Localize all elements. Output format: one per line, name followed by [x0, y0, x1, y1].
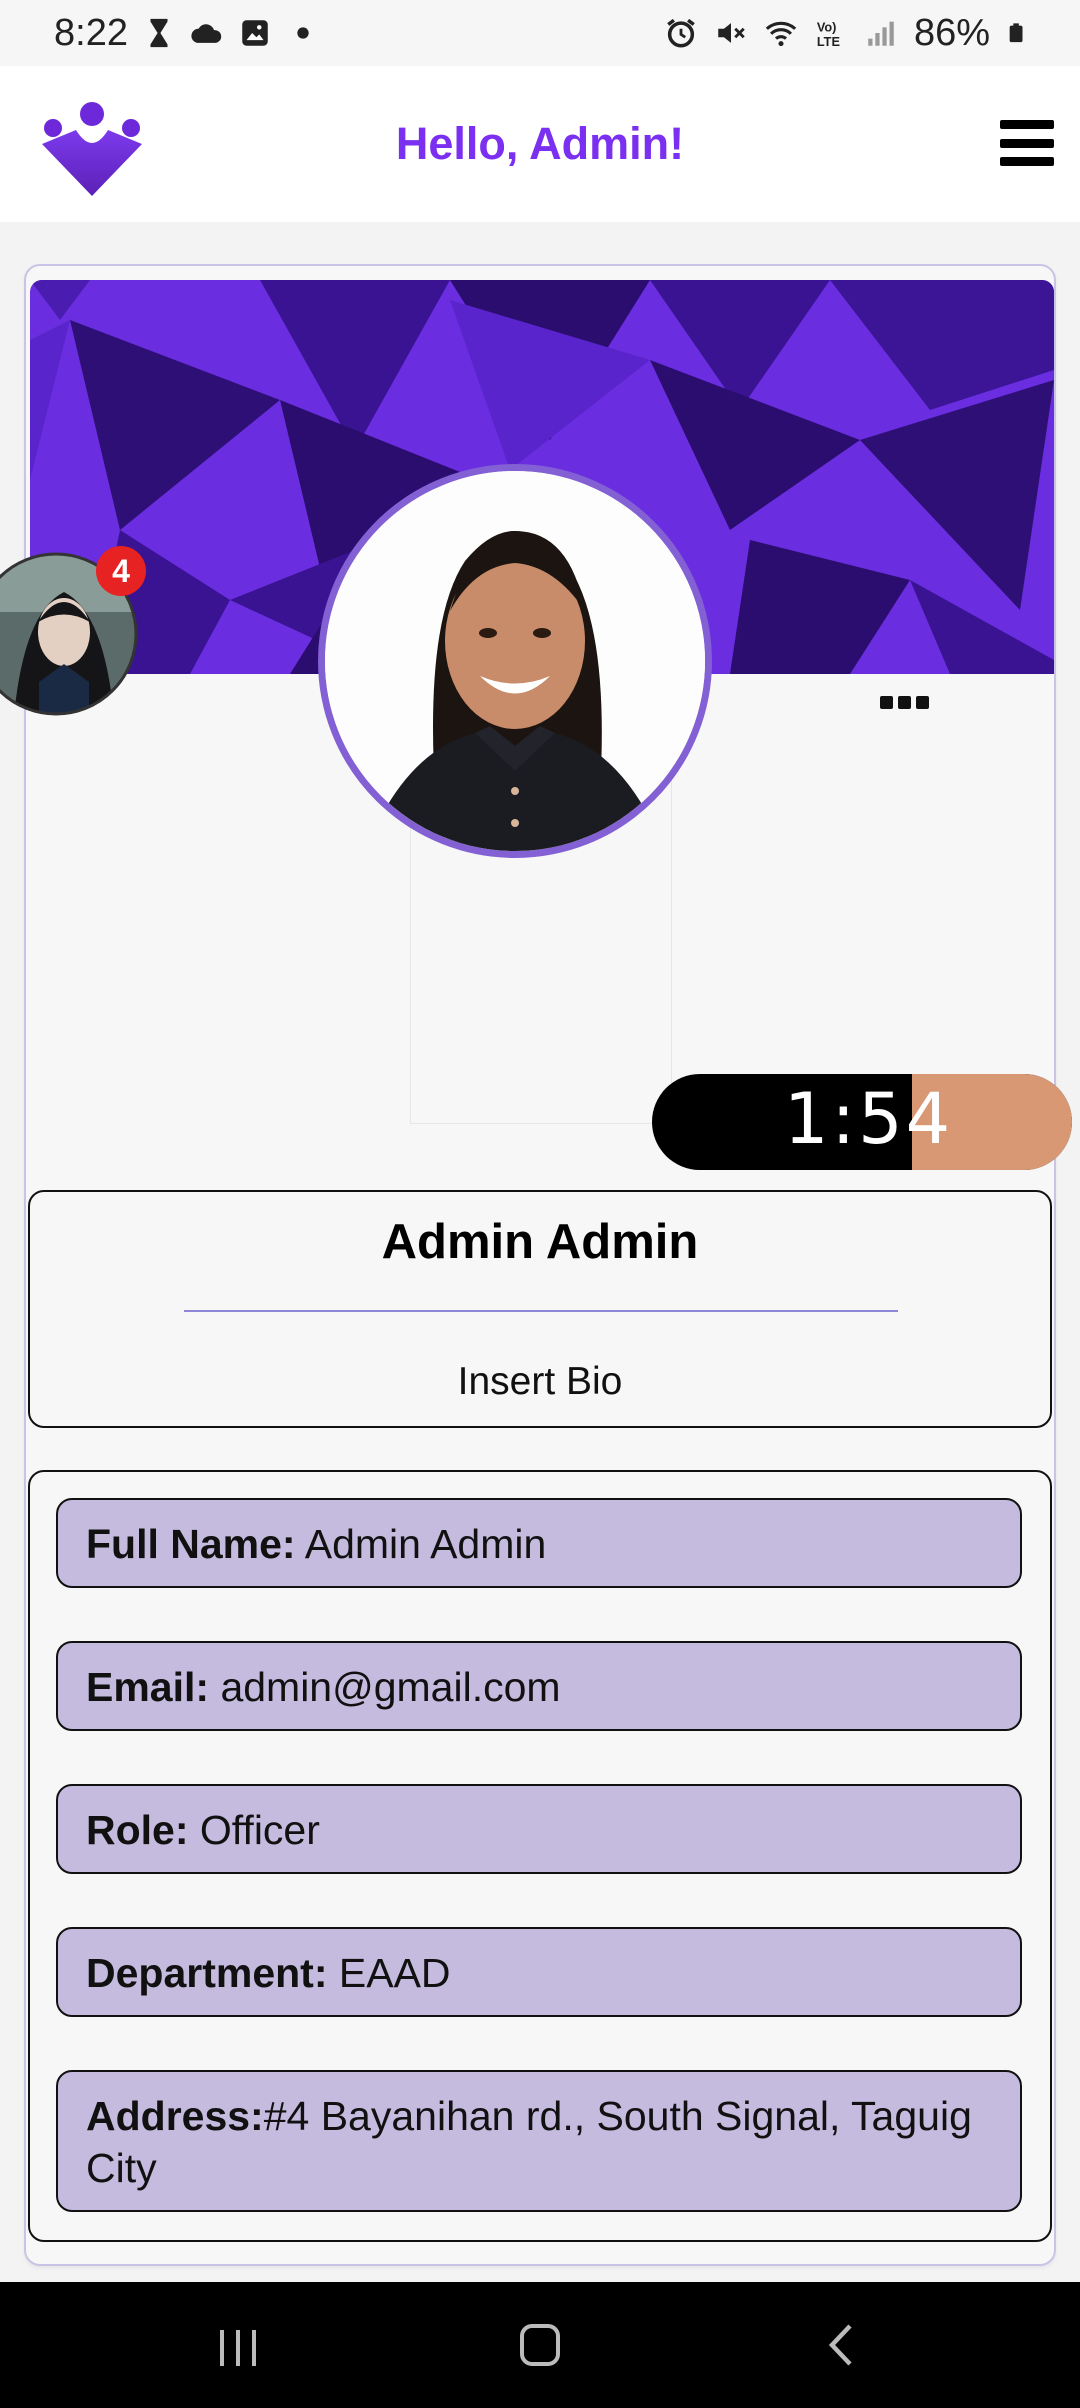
- detail-label: Address:: [86, 2093, 264, 2139]
- alarm-icon: [667, 18, 695, 48]
- menu-line: [1000, 120, 1054, 129]
- volte-icon: Vo)LTE: [817, 20, 840, 49]
- menu-line: [1000, 138, 1054, 148]
- back-icon[interactable]: [802, 2310, 882, 2380]
- detail-label: Role:: [86, 1807, 189, 1853]
- avatar-image: [325, 471, 705, 851]
- wifi-icon: [765, 21, 797, 47]
- mute-icon: [718, 23, 745, 43]
- detail-value: Admin Admin: [295, 1521, 547, 1567]
- profile-avatar[interactable]: [318, 464, 712, 858]
- detail-email: Email: admin@gmail.com: [56, 1641, 1022, 1731]
- more-options-icon[interactable]: [880, 696, 929, 709]
- app-header: Hello, Admin!: [0, 66, 1080, 222]
- battery-percent: 86%: [913, 11, 990, 54]
- hourglass-icon: [150, 18, 168, 48]
- detail-department: Department: EAAD: [56, 1927, 1022, 2017]
- profile-name: Admin Admin: [381, 1215, 699, 1269]
- cloud-icon: [191, 24, 222, 43]
- name-bio-box: Admin Admin Insert Bio: [28, 1190, 1052, 1428]
- home-icon[interactable]: [500, 2310, 580, 2380]
- details-box: Full Name: Admin Admin Email: admin@gmai…: [28, 1470, 1052, 2242]
- status-right-icons: Vo) LTE 86%: [664, 12, 1028, 55]
- battery-icon: [1009, 23, 1023, 43]
- menu-line: [1000, 157, 1054, 166]
- detail-label: Department:: [86, 1950, 328, 1996]
- image-icon: [242, 20, 268, 46]
- detail-value: admin@gmail.com: [209, 1664, 561, 1710]
- more-dot: [898, 696, 911, 709]
- timer-text: 1:54: [784, 1078, 954, 1160]
- detail-label: Full Name:: [86, 1521, 296, 1567]
- signal-icon: [868, 21, 894, 46]
- system-nav-bar: [0, 2282, 1080, 2408]
- notification-badge: 4: [96, 546, 146, 596]
- detail-address: Address:#4 Bayanihan rd., South Signal, …: [56, 2070, 1022, 2212]
- detail-value: Officer: [188, 1807, 320, 1853]
- timer-pill[interactable]: 1:54: [652, 1074, 1072, 1170]
- divider: [184, 1310, 898, 1312]
- more-dot: [880, 696, 893, 709]
- detail-role: Role: Officer: [56, 1784, 1022, 1874]
- status-left-icons: [142, 16, 320, 50]
- recent-apps-icon[interactable]: [198, 2310, 278, 2380]
- svg-text:LTE: LTE: [817, 34, 840, 49]
- detail-full-name: Full Name: Admin Admin: [56, 1498, 1022, 1588]
- hamburger-menu-icon[interactable]: [1000, 120, 1054, 166]
- profile-bio[interactable]: Insert Bio: [30, 1360, 1050, 1404]
- detail-label: Email:: [86, 1664, 210, 1710]
- more-dot: [916, 696, 929, 709]
- status-bar: 8:22 Vo) LTE 86%: [0, 0, 1080, 66]
- svg-text:Vo): Vo): [817, 20, 837, 35]
- status-time: 8:22: [54, 11, 128, 54]
- dot-icon: [297, 27, 309, 39]
- page-title: Hello, Admin!: [395, 118, 685, 169]
- detail-value: EAAD: [327, 1950, 451, 1996]
